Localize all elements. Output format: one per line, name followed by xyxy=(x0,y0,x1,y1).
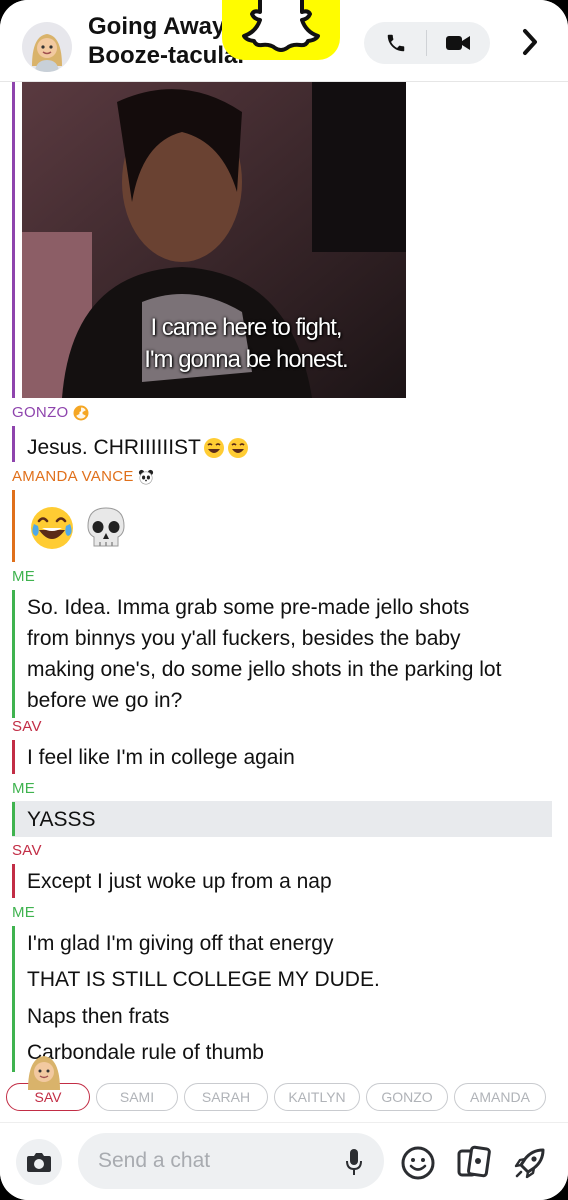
composer-bar xyxy=(0,1122,568,1200)
gif-caption-line1: I came here to fight, xyxy=(150,314,342,341)
sender-label: SAV xyxy=(12,718,42,735)
video-icon xyxy=(446,36,470,50)
radioactive-emoji-icon xyxy=(73,405,88,420)
message-text: THAT IS STILL COLLEGE MY DUDE. xyxy=(27,968,380,991)
message-bar xyxy=(12,426,15,462)
message-bar xyxy=(12,802,15,836)
camera-button[interactable] xyxy=(16,1139,62,1185)
sender-label: ME xyxy=(12,568,35,585)
message-bar xyxy=(12,864,15,898)
message[interactable]: I'm glad I'm giving off that energy xyxy=(27,928,333,959)
message[interactable]: Except I just woke up from a nap xyxy=(27,866,332,897)
sender-name: ME xyxy=(12,904,36,921)
sender-label: GONZO xyxy=(12,404,89,421)
smiley-icon xyxy=(401,1146,435,1180)
tears-of-joy-emoji-icon xyxy=(31,507,73,549)
video-call-button[interactable] xyxy=(440,30,476,56)
message-text: Naps then frats xyxy=(27,1005,170,1028)
gif-message[interactable]: I came here to fight, I'm gonna be hones… xyxy=(22,82,406,398)
sender-name: ME xyxy=(12,780,36,797)
chat-thread[interactable]: I came here to fight, I'm gonna be hones… xyxy=(0,82,568,1072)
cards-icon xyxy=(457,1145,491,1178)
panda-emoji-icon xyxy=(138,469,153,484)
microphone-button[interactable] xyxy=(346,1148,362,1181)
chat-input-field[interactable] xyxy=(78,1133,384,1189)
group-members-bar: SAV SAMI SARAH KAITLYN GONZO AMANDA xyxy=(0,1072,568,1122)
message-bar xyxy=(12,740,15,774)
sender-label: ME xyxy=(12,904,35,921)
sender-name: SAV xyxy=(12,842,42,859)
member-chip[interactable]: SARAH xyxy=(184,1083,268,1111)
message-line: before we go in? xyxy=(27,689,183,712)
cards-button[interactable] xyxy=(456,1145,492,1186)
message[interactable]: YASSS xyxy=(27,804,95,835)
group-avatar[interactable] xyxy=(22,22,72,72)
message[interactable]: THAT IS STILL COLLEGE MY DUDE. xyxy=(27,964,380,995)
voice-call-button[interactable] xyxy=(378,30,414,56)
message-text: I feel like I'm in college again xyxy=(27,746,295,769)
sender-name: GONZO xyxy=(12,404,69,421)
emoji-message[interactable] xyxy=(28,504,128,552)
chat-header: Going Away Booze-tacular xyxy=(0,0,568,82)
message-line: making one's, do some jello shots in the… xyxy=(27,658,502,681)
app-frame: Going Away Booze-tacular I came here to … xyxy=(0,0,568,1200)
member-chip[interactable]: GONZO xyxy=(366,1083,448,1111)
skull-emoji-icon xyxy=(87,507,125,547)
sender-name: AMANDA VANCE xyxy=(12,468,134,485)
sender-name: SAV xyxy=(12,718,42,735)
gif-sender-bar xyxy=(12,82,15,398)
snapchat-ghost-icon xyxy=(222,0,340,60)
microphone-icon xyxy=(346,1149,362,1175)
member-chip[interactable]: SAMI xyxy=(96,1083,178,1111)
rocket-icon xyxy=(514,1148,545,1179)
send-chat-input[interactable] xyxy=(98,1133,338,1189)
message-text: Jesus. CHRIIIIIIST xyxy=(27,436,201,459)
member-chip[interactable]: AMANDA xyxy=(454,1083,546,1111)
sender-name: ME xyxy=(12,568,36,585)
message-bar xyxy=(12,590,15,718)
sender-label: AMANDA VANCE xyxy=(12,468,154,485)
message-bar xyxy=(12,490,15,562)
camera-icon xyxy=(27,1153,51,1172)
laughing-emoji-icon xyxy=(227,437,248,458)
call-controls xyxy=(364,22,490,64)
sender-label: SAV xyxy=(12,842,42,859)
message[interactable]: Naps then frats xyxy=(27,1001,169,1032)
typing-bitmoji xyxy=(22,1050,66,1090)
message-text: Except I just woke up from a nap xyxy=(27,870,332,893)
call-divider xyxy=(426,30,427,56)
message-text: I'm glad I'm giving off that energy xyxy=(27,932,334,955)
message[interactable]: So. Idea. Imma grab some pre-made jello … xyxy=(27,592,501,716)
laughing-emoji-icon xyxy=(203,437,224,458)
message[interactable]: I feel like I'm in college again xyxy=(27,742,295,773)
message-line: So. Idea. Imma grab some pre-made jello … xyxy=(27,596,470,619)
chevron-right-icon[interactable] xyxy=(520,28,540,61)
message-bar xyxy=(12,926,15,1072)
phone-icon xyxy=(387,34,405,52)
message-line: from binnys you y'all fuckers, besides t… xyxy=(27,627,461,650)
emoji-button[interactable] xyxy=(400,1145,436,1186)
games-button[interactable] xyxy=(512,1145,548,1186)
message[interactable]: Jesus. CHRIIIIIIST xyxy=(27,432,249,463)
member-chip[interactable]: KAITLYN xyxy=(274,1083,360,1111)
gif-caption-line2: I'm gonna be honest. xyxy=(144,346,348,373)
sender-label: ME xyxy=(12,780,35,797)
message-text: YASSS xyxy=(27,808,96,831)
